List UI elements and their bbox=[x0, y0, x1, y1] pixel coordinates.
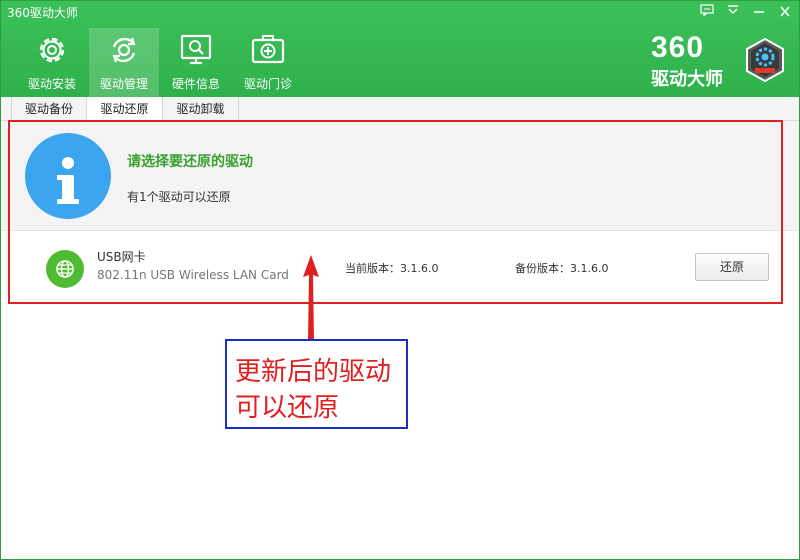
nav-tab-label: 驱动管理 bbox=[99, 77, 148, 91]
brand-name: 驱动大师 bbox=[651, 69, 723, 90]
annotation-text-line2: 可以还原 bbox=[235, 393, 340, 423]
info-title: 请选择要还原的驱动 bbox=[127, 154, 253, 170]
annotation-arrow-icon bbox=[303, 255, 319, 341]
minimize-icon[interactable] bbox=[749, 4, 769, 22]
annotation-callout: 更新后的驱动 可以还原 bbox=[225, 339, 408, 429]
nav-tab-driver-manage[interactable]: 驱动管理 bbox=[89, 28, 159, 97]
tab-driver-backup[interactable]: 驱动备份 bbox=[11, 97, 87, 121]
info-panel: 请选择要还原的驱动 有1个驱动可以还原 bbox=[1, 121, 799, 231]
nav-tab-driver-install[interactable]: 驱动安装 bbox=[17, 28, 87, 97]
nav-tab-label: 驱动安装 bbox=[27, 77, 76, 91]
tab-driver-uninstall[interactable]: 驱动卸载 bbox=[163, 97, 239, 121]
annotation-text-line1: 更新后的驱动 bbox=[235, 357, 392, 387]
nav-tab-label: 驱动门诊 bbox=[243, 77, 292, 91]
window-title: 360驱动大师 bbox=[7, 6, 78, 20]
nav-tab-hardware-info[interactable]: 硬件信息 bbox=[161, 28, 231, 97]
info-icon bbox=[25, 133, 111, 219]
restore-button[interactable]: 还原 bbox=[695, 253, 769, 281]
hexagon-gear-logo bbox=[746, 37, 784, 83]
refresh-gear-icon bbox=[112, 37, 136, 63]
sub-tab-bar: 驱动备份 驱动还原 驱动卸载 bbox=[1, 97, 799, 121]
app-window: 360驱动大师 驱动安装 驱动管理 硬件信息 驱动门诊 360 驱动大师 驱动备… bbox=[0, 0, 800, 560]
gear-icon bbox=[39, 37, 65, 63]
globe-icon bbox=[46, 250, 84, 288]
medical-kit-icon bbox=[251, 35, 285, 64]
menu-icon[interactable] bbox=[723, 4, 743, 22]
nav-tab-label: 硬件信息 bbox=[171, 77, 220, 91]
driver-list-item[interactable]: USB网卡 802.11n USB Wireless LAN Card 当前版本… bbox=[1, 232, 799, 304]
driver-name: USB网卡 bbox=[97, 250, 146, 264]
monitor-search-icon bbox=[180, 34, 212, 65]
brand-logo: 360 驱动大师 bbox=[651, 31, 791, 90]
header-bar: 360驱动大师 驱动安装 驱动管理 硬件信息 驱动门诊 360 驱动大师 bbox=[1, 1, 799, 97]
feedback-icon[interactable] bbox=[697, 4, 717, 22]
driver-description: 802.11n USB Wireless LAN Card bbox=[97, 268, 289, 282]
brand-number: 360 bbox=[651, 31, 705, 64]
close-icon[interactable] bbox=[775, 4, 795, 22]
driver-backup-version: 备份版本：3.1.6.0 bbox=[515, 262, 609, 275]
nav-tab-driver-clinic[interactable]: 驱动门诊 bbox=[233, 28, 303, 97]
driver-current-version: 当前版本：3.1.6.0 bbox=[345, 262, 439, 275]
info-subtitle: 有1个驱动可以还原 bbox=[127, 190, 231, 204]
tab-driver-restore[interactable]: 驱动还原 bbox=[87, 97, 163, 121]
